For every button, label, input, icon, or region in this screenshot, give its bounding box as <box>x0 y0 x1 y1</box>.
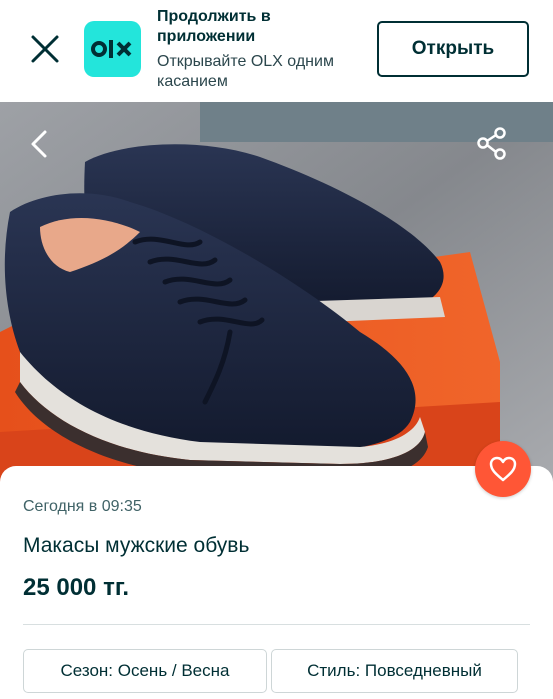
listing-title: Макасы мужские обувь <box>23 534 250 557</box>
olx-logo-icon <box>90 40 131 58</box>
banner-subtitle: Открывайте OLX одним касанием <box>157 53 334 90</box>
listing-price: 25 000 тг. <box>23 574 130 601</box>
sneakers-image <box>0 102 553 490</box>
listing-info-card: Сегодня в 09:35 Макасы мужские обувь 25 … <box>0 466 553 699</box>
banner-title: Продолжить в приложении <box>157 8 271 45</box>
tag-season[interactable]: Сезон: Осень / Весна <box>23 649 267 693</box>
close-icon <box>31 35 59 63</box>
chevron-left-icon <box>31 130 47 158</box>
back-button[interactable] <box>20 124 60 164</box>
listing-date: Сегодня в 09:35 <box>23 498 142 515</box>
app-install-banner: Продолжить в приложении Открывайте OLX о… <box>0 0 553 102</box>
olx-logo <box>84 21 141 77</box>
open-in-app-button[interactable]: Открыть <box>377 21 529 77</box>
close-banner-button[interactable] <box>26 30 64 68</box>
share-button[interactable] <box>472 124 512 164</box>
product-photo[interactable] <box>0 102 553 490</box>
heart-icon <box>489 456 517 482</box>
divider <box>23 624 530 625</box>
tag-style[interactable]: Стиль: Повседневный <box>271 649 518 693</box>
favorite-button[interactable] <box>475 441 531 497</box>
share-icon <box>477 127 506 160</box>
